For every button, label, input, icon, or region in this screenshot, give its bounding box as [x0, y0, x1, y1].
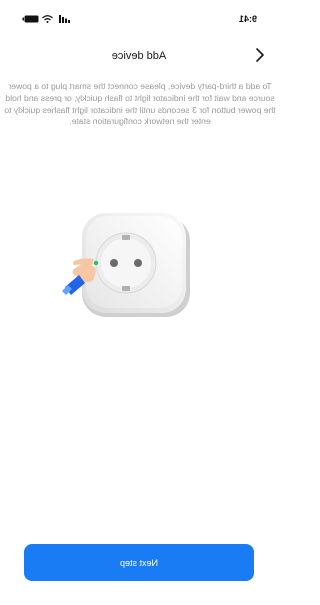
- next-step-button[interactable]: Next step: [24, 544, 254, 581]
- smart-plug-illustration: [58, 203, 244, 328]
- screen: 9:41 Add device To add a third-party dev…: [0, 0, 278, 605]
- status-time: 9:41: [238, 14, 257, 24]
- signal-icon: [59, 15, 70, 23]
- battery-icon: [22, 15, 39, 23]
- header: Add device: [0, 40, 278, 70]
- smart-plug-image: [62, 213, 190, 317]
- page-title: Add device: [111, 50, 167, 62]
- instructions-text: To add a third-party device, please conn…: [4, 81, 276, 127]
- wifi-icon: [42, 15, 53, 23]
- status-bar: 9:41: [0, 0, 278, 30]
- status-icons: [22, 15, 70, 23]
- indicator-light: [93, 260, 99, 266]
